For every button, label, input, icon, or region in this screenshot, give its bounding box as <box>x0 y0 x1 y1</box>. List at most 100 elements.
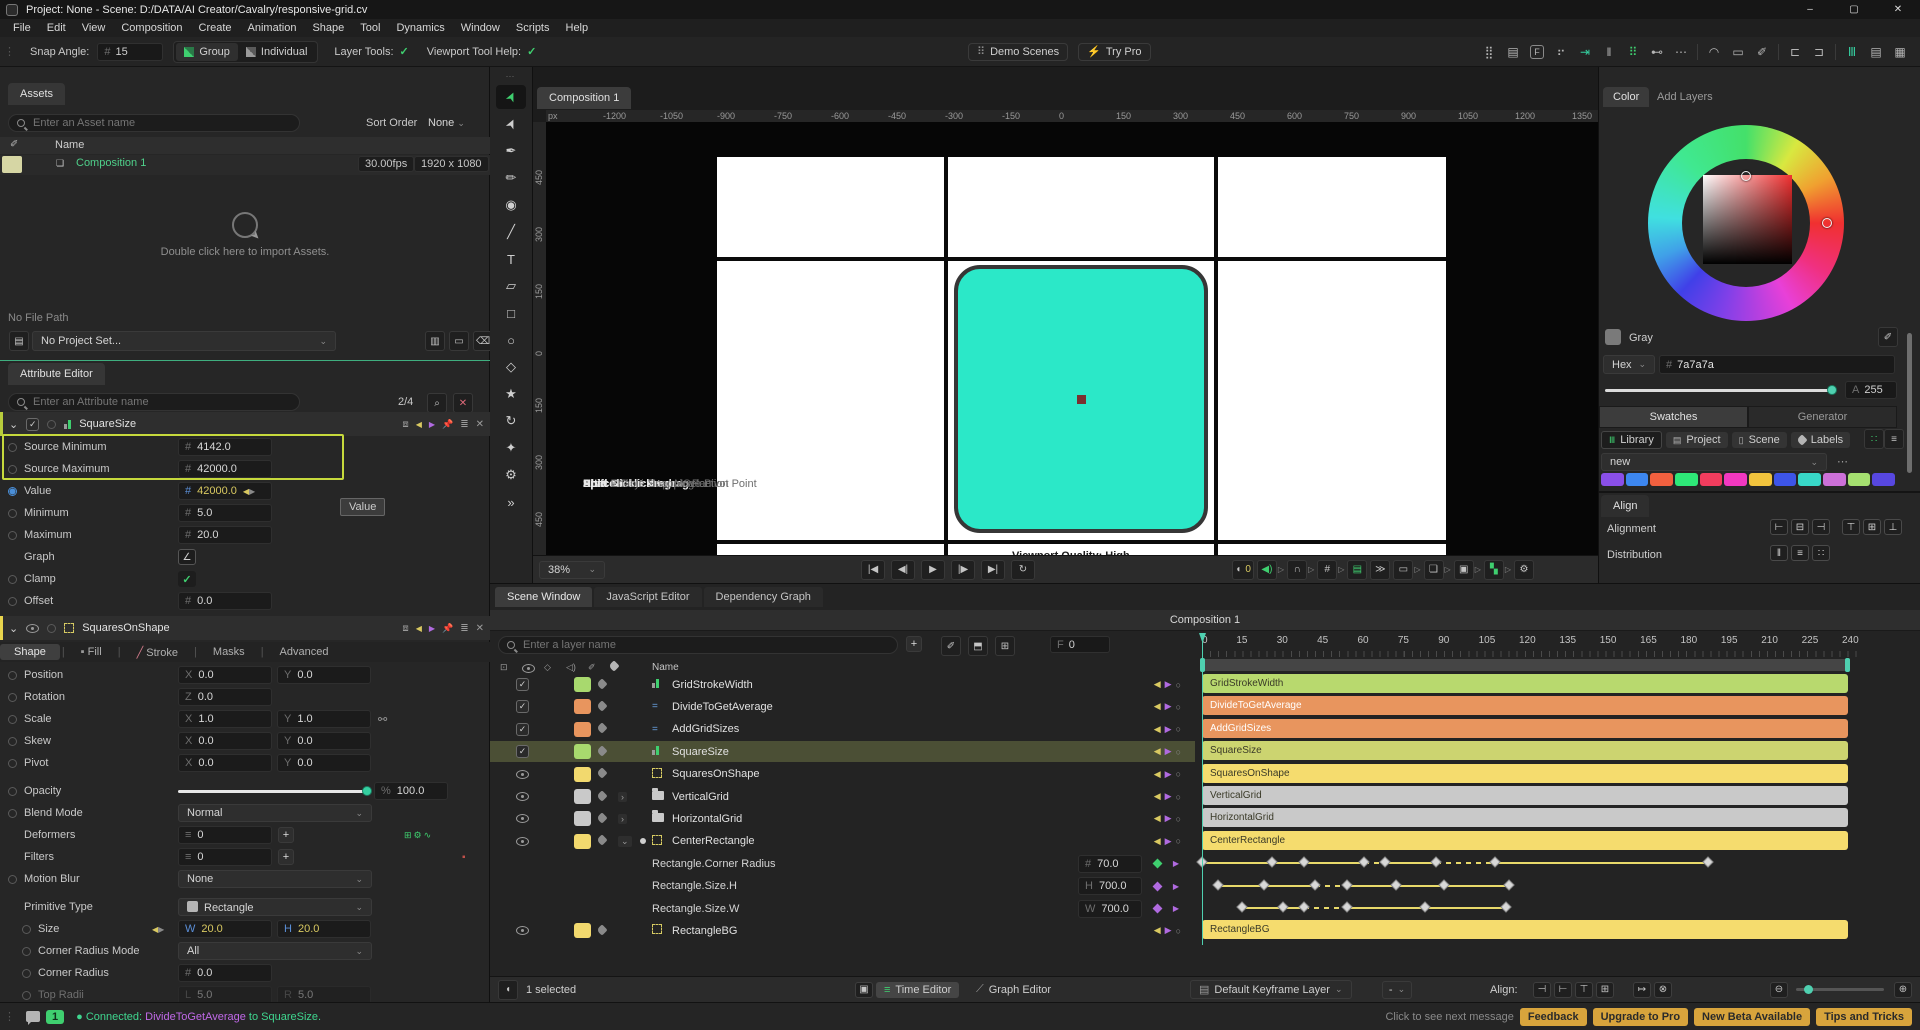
keyframe-diamond[interactable] <box>1419 901 1432 913</box>
magnet-icon[interactable]: ∩ <box>1287 559 1308 580</box>
palette-swatch-5[interactable] <box>1724 473 1748 486</box>
key-left-icon[interactable]: ◀ <box>416 624 422 633</box>
keyframe-diamond[interactable] <box>1430 856 1442 868</box>
graph-editor-button[interactable]: ⟋ Graph Editor <box>968 981 1059 998</box>
enabled-checkbox[interactable]: ✓ <box>516 678 529 691</box>
tab-shape[interactable]: Shape <box>0 644 60 660</box>
node-icon[interactable]: ⧈ <box>402 419 408 430</box>
zoom-out-icon[interactable]: ⊖ <box>1770 981 1788 998</box>
keyframe-radio[interactable] <box>8 574 17 584</box>
layer-color-swatch[interactable] <box>574 721 591 737</box>
keyframe-diamond[interactable] <box>1379 856 1391 868</box>
count-field[interactable]: ≡ 0 <box>178 826 272 844</box>
project-list-icon[interactable]: ▤ <box>9 331 29 351</box>
key-prev-icon[interactable]: ◀ <box>1154 925 1161 936</box>
keyframe-radio[interactable] <box>8 692 17 702</box>
rectangle-tool[interactable]: □ <box>496 301 526 325</box>
layer-util-icon-2[interactable]: ⊞ <box>995 636 1015 656</box>
palette-swatch-11[interactable] <box>1872 473 1896 486</box>
dropdown-blend-mode[interactable]: Normal ⌄ <box>178 804 372 822</box>
keyframe-radio[interactable] <box>22 946 31 956</box>
menu-file[interactable]: File <box>6 22 38 34</box>
close-button[interactable]: ✕ <box>1876 0 1920 19</box>
palette-swatch-3[interactable] <box>1675 473 1698 486</box>
color-tab[interactable]: Color <box>1603 87 1650 107</box>
zoom-dropdown[interactable]: 38% ⌄ <box>539 560 605 579</box>
key-prev-icon[interactable]: ◀ <box>1154 724 1161 735</box>
transform-tool[interactable]: ▱ <box>496 274 526 298</box>
grid-icon[interactable]: ▦ <box>1888 41 1912 63</box>
key-left-icon[interactable]: ◀ <box>416 420 422 429</box>
sort-order-dropdown[interactable]: None ⌄ <box>428 117 465 129</box>
menu-create[interactable]: Create <box>192 22 239 34</box>
close-icon[interactable]: ✕ <box>476 623 484 634</box>
tag-icon[interactable] <box>596 767 608 780</box>
menu-scripts[interactable]: Scripts <box>509 22 557 34</box>
loop-button[interactable]: ↻ <box>1011 559 1035 580</box>
keyframe-radio[interactable] <box>8 486 17 496</box>
keyframe-diamond[interactable] <box>1258 878 1270 891</box>
star-tool[interactable]: ★ <box>496 382 526 406</box>
anim-toggle-icon[interactable]: ○ <box>1176 926 1181 936</box>
key-next-icon[interactable]: ▶ <box>1165 769 1172 780</box>
tag-icon[interactable] <box>596 834 608 847</box>
select-tool[interactable]: ➤ <box>496 85 526 109</box>
clear-filter-icon[interactable]: ✕ <box>453 393 473 413</box>
menu-help[interactable]: Help <box>559 22 596 34</box>
ellipse-tool[interactable]: ○ <box>496 328 526 352</box>
palette-swatch-1[interactable] <box>1625 473 1649 486</box>
tab-advanced[interactable]: Advanced <box>266 644 343 660</box>
guides-icon[interactable]: ▤ <box>1347 559 1368 580</box>
dope-sheet-icon[interactable]: ▣ <box>855 981 873 998</box>
pin-icon[interactable]: 📌 <box>442 623 453 634</box>
layer-color-swatch[interactable] <box>574 833 591 849</box>
align-icon-v-1[interactable]: ⊞ <box>1863 519 1881 535</box>
group-mode-button[interactable]: Group <box>176 42 238 61</box>
palette-swatch-2[interactable] <box>1650 473 1674 486</box>
expander-icon[interactable]: ▷ <box>1475 565 1481 574</box>
layer-tools-check[interactable]: ✓ <box>400 45 409 58</box>
tag-icon[interactable] <box>596 924 608 937</box>
keyframe-radio[interactable] <box>8 808 17 818</box>
layer-row-squaresonshape[interactable]: SquaresOnShape ◀ ▶ ○ <box>490 764 1195 785</box>
ellipsis-icon[interactable]: ⋯ <box>1669 41 1693 63</box>
pause-icon[interactable]: ‖ <box>1597 41 1621 63</box>
duplicate-icon[interactable]: ▣ <box>1453 559 1474 580</box>
assets-empty-hint[interactable]: Double click here to import Assets. <box>95 212 395 258</box>
align-icon-1[interactable]: ⊟ <box>1791 519 1809 535</box>
value-field[interactable]: Y 0.0 <box>277 666 371 684</box>
menu-view[interactable]: View <box>75 22 113 34</box>
link-icon[interactable]: ⚯ <box>378 713 387 726</box>
list-view-icon[interactable]: ≡ <box>1884 429 1904 449</box>
panel-scrollbar[interactable] <box>1907 333 1912 473</box>
anim-toggle-icon[interactable]: ○ <box>1176 702 1181 712</box>
align-icon-v-2[interactable]: ⊥ <box>1884 519 1902 535</box>
keyframe-radio[interactable] <box>8 508 17 518</box>
drag-handle[interactable]: ⋮ <box>4 45 16 58</box>
sv-marker[interactable] <box>1741 171 1751 181</box>
value-field[interactable]: #20.0 <box>178 526 272 544</box>
lasso-icon[interactable]: ✐ <box>1750 41 1774 63</box>
timeline-ruler[interactable]: 0 15 30 45 60 75 90 105 120 135 150 165 180 195 210 225… <box>1202 633 1862 657</box>
keyframe-diamond[interactable] <box>1309 878 1321 891</box>
eyedropper-icon[interactable]: ✐ <box>1878 327 1898 347</box>
step-forward-button[interactable]: |▶ <box>951 559 975 580</box>
maximize-button[interactable]: ▢ <box>1832 0 1876 19</box>
viewport-canvas[interactable]: Hold S Direct Layer Selection Space Play/… <box>546 122 1598 555</box>
layer-search[interactable] <box>498 636 898 654</box>
eye-icon[interactable] <box>516 836 529 846</box>
footer-align-icon-2[interactable]: ⊤ <box>1575 981 1593 998</box>
layer-color-swatch[interactable] <box>574 811 591 827</box>
keyframe-diamond[interactable] <box>1212 878 1224 891</box>
footer-snap-icon-1[interactable]: ⊗ <box>1654 981 1672 998</box>
eye-icon[interactable] <box>26 623 40 633</box>
anim-toggle-icon[interactable]: ○ <box>1176 792 1181 802</box>
key-prev-icon[interactable]: ◀ <box>1154 813 1161 824</box>
expander-icon[interactable]: › <box>618 791 627 802</box>
align-icon-v-0[interactable]: ⊤ <box>1842 519 1860 535</box>
attribute-search[interactable] <box>8 393 300 411</box>
layer-color-swatch[interactable] <box>574 699 591 715</box>
align-icon-0[interactable]: ⊢ <box>1770 519 1788 535</box>
eye-icon[interactable] <box>516 814 529 824</box>
keyframe-radio[interactable] <box>8 786 17 796</box>
